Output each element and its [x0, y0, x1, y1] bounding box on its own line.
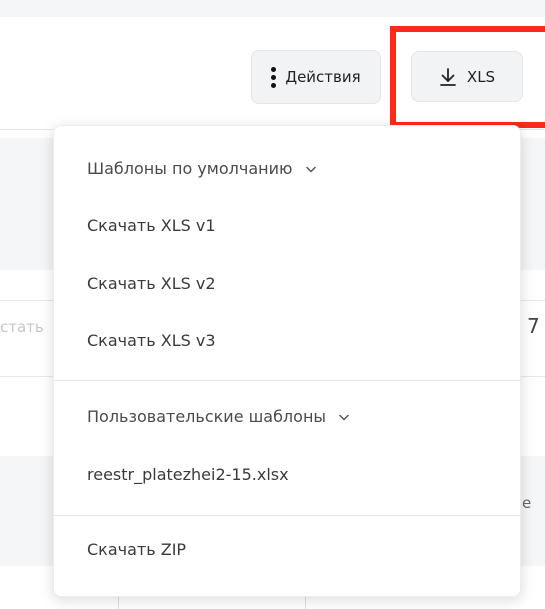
actions-button[interactable]: Действия	[251, 50, 381, 104]
actions-button-label: Действия	[285, 68, 361, 86]
menu-item-download-xls-v3[interactable]: Скачать XLS v3	[87, 331, 216, 350]
menu-item-download-xls-v1[interactable]: Скачать XLS v1	[87, 216, 216, 235]
xls-dropdown-menu: Шаблоны по умолчанию Скачать XLS v1 Скач…	[53, 125, 521, 597]
menu-item-user-template[interactable]: reestr_platezhei2-15.xlsx	[87, 465, 289, 484]
menu-item-download-zip[interactable]: Скачать ZIP	[87, 540, 186, 559]
background-text: е	[522, 494, 532, 512]
highlight-box	[390, 26, 545, 128]
group-user-templates[interactable]: Пользовательские шаблоны	[87, 407, 349, 426]
chevron-down-icon	[339, 414, 349, 421]
background-text: 7	[527, 314, 540, 338]
chevron-down-icon	[305, 166, 316, 173]
more-vertical-icon	[271, 66, 277, 88]
background-text: стать	[0, 318, 44, 336]
group-default-templates[interactable]: Шаблоны по умолчанию	[87, 159, 316, 178]
group-user-templates-label: Пользовательские шаблоны	[87, 407, 327, 426]
menu-divider	[54, 380, 520, 381]
top-strip	[0, 0, 545, 17]
group-default-templates-label: Шаблоны по умолчанию	[87, 159, 293, 178]
menu-divider	[54, 515, 520, 516]
menu-item-download-xls-v2[interactable]: Скачать XLS v2	[87, 274, 216, 293]
